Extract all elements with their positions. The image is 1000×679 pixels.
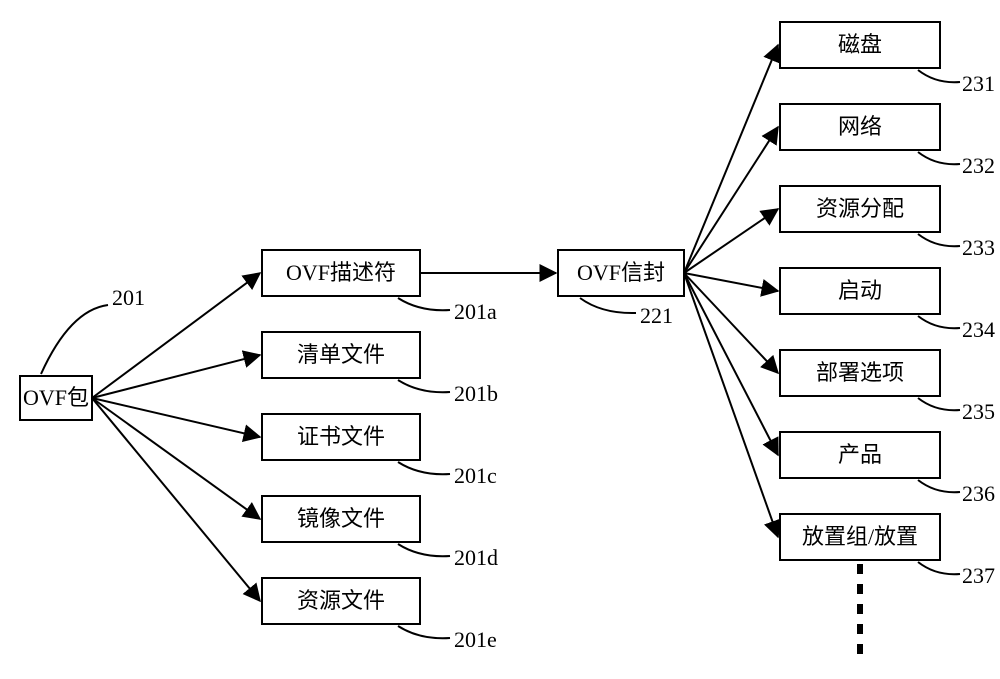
node-ovf-package-label: OVF包	[23, 385, 89, 410]
node-network: 网络	[780, 104, 940, 150]
node-image-file-label: 镜像文件	[297, 506, 385, 531]
node-disk: 磁盘	[780, 22, 940, 68]
leader-234	[918, 316, 960, 328]
ref-201c: 201c	[454, 463, 497, 488]
node-product: 产品	[780, 432, 940, 478]
node-certificate-file-label: 证书文件	[297, 424, 385, 449]
ref-201b: 201b	[454, 381, 498, 406]
node-disk-label: 磁盘	[838, 32, 882, 57]
leader-232	[918, 152, 960, 164]
ref-201a: 201a	[454, 299, 497, 324]
node-ovf-descriptor: OVF描述符	[262, 250, 420, 296]
ref-234: 234	[962, 317, 995, 342]
leader-233	[918, 234, 960, 246]
diagram-canvas: OVF包 201 OVF描述符 201a 清单文件 201b 证书文件 201c…	[0, 0, 1000, 679]
arrow-root-to-resource	[92, 398, 260, 601]
node-ovf-envelope-label: OVF信封	[577, 260, 665, 285]
leader-201d	[398, 544, 450, 556]
node-deploy-options-label: 部署选项	[816, 360, 904, 385]
node-resource-alloc: 资源分配	[780, 186, 940, 232]
node-deploy-options: 部署选项	[780, 350, 940, 396]
node-placement-label: 放置组/放置	[802, 524, 918, 549]
arrow-env-to-disk	[684, 45, 778, 273]
leader-201b	[398, 380, 450, 392]
ref-201: 201	[112, 285, 145, 310]
ref-201d: 201d	[454, 545, 498, 570]
leader-231	[918, 70, 960, 82]
node-resource-alloc-label: 资源分配	[816, 196, 904, 221]
node-boot-label: 启动	[838, 278, 882, 303]
node-boot: 启动	[780, 268, 940, 314]
leader-237	[918, 562, 960, 574]
node-image-file: 镜像文件	[262, 496, 420, 542]
node-placement: 放置组/放置	[780, 514, 940, 560]
node-ovf-descriptor-label: OVF描述符	[286, 260, 396, 285]
node-ovf-package: OVF包	[20, 376, 92, 420]
arrow-root-to-certificate	[92, 398, 260, 437]
ref-232: 232	[962, 153, 995, 178]
node-certificate-file: 证书文件	[262, 414, 420, 460]
arrow-env-to-placement	[684, 273, 778, 537]
ref-201e: 201e	[454, 627, 497, 652]
ref-237: 237	[962, 563, 995, 588]
leader-201c	[398, 462, 450, 474]
ref-233: 233	[962, 235, 995, 260]
leader-236	[918, 480, 960, 492]
leader-201e	[398, 626, 450, 638]
ref-221: 221	[640, 303, 673, 328]
ref-231: 231	[962, 71, 995, 96]
node-manifest-file-label: 清单文件	[297, 342, 385, 367]
node-manifest-file: 清单文件	[262, 332, 420, 378]
node-product-label: 产品	[838, 442, 882, 467]
leader-221	[580, 298, 636, 313]
ref-235: 235	[962, 399, 995, 424]
arrow-env-to-network	[684, 127, 778, 273]
node-ovf-envelope: OVF信封	[558, 250, 684, 296]
node-resource-file: 资源文件	[262, 578, 420, 624]
ref-236: 236	[962, 481, 995, 506]
leader-201	[41, 305, 108, 374]
arrow-root-to-manifest	[92, 355, 260, 398]
node-network-label: 网络	[838, 114, 882, 139]
arrow-env-to-product	[684, 273, 778, 455]
leader-235	[918, 398, 960, 410]
leader-201a	[398, 298, 450, 310]
node-resource-file-label: 资源文件	[297, 588, 385, 613]
